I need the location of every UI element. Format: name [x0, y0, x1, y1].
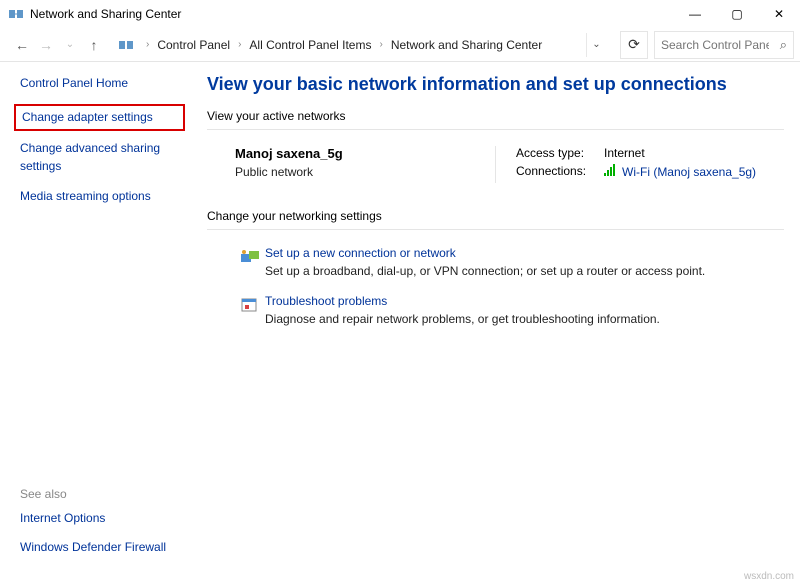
window-title: Network and Sharing Center: [30, 7, 674, 21]
recent-button[interactable]: ⌄: [60, 35, 80, 55]
wifi-signal-icon: [604, 164, 618, 176]
up-button[interactable]: ↑: [84, 35, 104, 55]
connection-link[interactable]: Wi-Fi (Manoj saxena_5g): [604, 164, 756, 179]
sidebar-advanced-link[interactable]: Change advanced sharing settings: [20, 139, 170, 175]
troubleshoot-link[interactable]: Troubleshoot problems: [265, 294, 784, 308]
sidebar: Control Panel Home Change adapter settin…: [0, 62, 185, 570]
troubleshoot-desc: Diagnose and repair network problems, or…: [265, 312, 784, 326]
access-type-value: Internet: [604, 146, 645, 160]
titlebar: Network and Sharing Center — ▢ ✕: [0, 0, 800, 28]
network-identity: Manoj saxena_5g Public network: [235, 146, 495, 183]
sidebar-streaming-link[interactable]: Media streaming options: [20, 189, 185, 205]
active-network: Manoj saxena_5g Public network Access ty…: [207, 146, 784, 183]
setup-connection-item: Set up a new connection or network Set u…: [207, 246, 784, 278]
maximize-button[interactable]: ▢: [716, 0, 758, 28]
watermark: wsxdn.com: [744, 571, 794, 582]
page-title: View your basic network information and …: [207, 74, 784, 95]
network-type: Public network: [235, 165, 495, 179]
forward-button[interactable]: →: [36, 35, 56, 55]
close-button[interactable]: ✕: [758, 0, 800, 28]
search-icon[interactable]: ⌕: [780, 37, 787, 53]
chevron-right-icon[interactable]: ›: [232, 39, 247, 50]
chevron-right-icon[interactable]: ›: [140, 39, 155, 50]
troubleshoot-item: Troubleshoot problems Diagnose and repai…: [207, 294, 784, 326]
sidebar-firewall-link[interactable]: Windows Defender Firewall: [20, 540, 185, 556]
content: Control Panel Home Change adapter settin…: [0, 62, 800, 570]
setup-connection-desc: Set up a broadband, dial-up, or VPN conn…: [265, 264, 784, 278]
toolbar: ← → ⌄ ↑ › Control Panel › All Control Pa…: [0, 28, 800, 62]
search-input[interactable]: [661, 38, 769, 52]
back-button[interactable]: ←: [12, 35, 32, 55]
access-type-label: Access type:: [516, 146, 604, 160]
title-icon: [8, 6, 24, 22]
main: View your basic network information and …: [185, 62, 800, 570]
sidebar-home-link[interactable]: Control Panel Home: [20, 76, 185, 92]
refresh-button[interactable]: ⟳: [620, 31, 648, 59]
setup-connection-icon: [235, 246, 265, 278]
breadcrumb-item[interactable]: Network and Sharing Center: [389, 38, 544, 52]
see-also-heading: See also: [20, 487, 185, 501]
network-details: Access type: Internet Connections: Wi-Fi…: [495, 146, 756, 183]
connections-label: Connections:: [516, 164, 604, 179]
address-dropdown[interactable]: ⌄: [586, 33, 606, 57]
setup-connection-link[interactable]: Set up a new connection or network: [265, 246, 784, 260]
setup-connection-text: Set up a new connection or network Set u…: [265, 246, 784, 278]
troubleshoot-text: Troubleshoot problems Diagnose and repai…: [265, 294, 784, 326]
troubleshoot-icon: [235, 294, 265, 326]
breadcrumb-icon: [118, 37, 134, 53]
connection-value: Wi-Fi (Manoj saxena_5g): [622, 165, 756, 179]
minimize-button[interactable]: —: [674, 0, 716, 28]
chevron-right-icon[interactable]: ›: [373, 39, 388, 50]
sidebar-internet-options-link[interactable]: Internet Options: [20, 511, 185, 527]
networking-settings-heading: Change your networking settings: [207, 209, 784, 230]
sidebar-adapter-link[interactable]: Change adapter settings: [14, 104, 185, 132]
breadcrumb-item[interactable]: All Control Panel Items: [247, 38, 373, 52]
search-box[interactable]: ⌕: [654, 31, 794, 59]
sidebar-spacer: [20, 219, 185, 487]
network-name: Manoj saxena_5g: [235, 146, 495, 161]
window-controls: — ▢ ✕: [674, 0, 800, 28]
breadcrumb-item[interactable]: Control Panel: [155, 38, 232, 52]
active-networks-heading: View your active networks: [207, 109, 784, 130]
breadcrumb[interactable]: › Control Panel › All Control Panel Item…: [114, 33, 610, 57]
